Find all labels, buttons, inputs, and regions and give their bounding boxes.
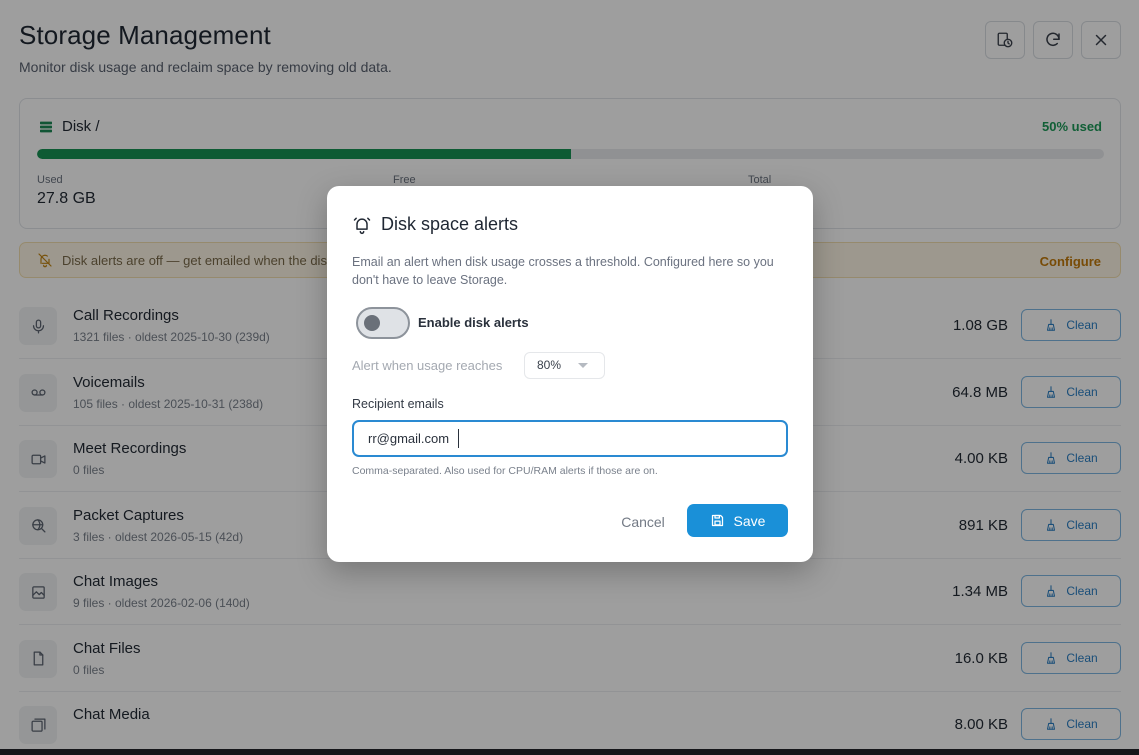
toggle-knob xyxy=(364,315,380,331)
dialog-description: Email an alert when disk usage crosses a… xyxy=(352,255,774,287)
disk-alerts-dialog: Disk space alerts Email an alert when di… xyxy=(327,186,813,562)
threshold-value: 80% xyxy=(537,358,562,372)
threshold-label: Alert when usage reaches xyxy=(352,358,503,373)
enable-alerts-toggle[interactable] xyxy=(356,307,410,339)
text-cursor xyxy=(458,429,459,448)
recipients-label: Recipient emails xyxy=(352,397,444,411)
recipients-hint: Comma-separated. Also used for CPU/RAM a… xyxy=(352,465,658,477)
cancel-button[interactable]: Cancel xyxy=(611,512,675,532)
threshold-select[interactable]: 80% xyxy=(524,352,605,379)
enable-alerts-label: Enable disk alerts xyxy=(418,315,529,330)
chevron-down-icon xyxy=(578,363,588,368)
save-button[interactable]: Save xyxy=(687,504,788,537)
save-icon xyxy=(711,514,723,527)
dialog-header: Disk space alerts xyxy=(352,214,518,235)
bell-icon xyxy=(353,217,371,234)
recipients-input[interactable] xyxy=(352,420,788,457)
save-label: Save xyxy=(733,512,766,529)
dialog-title: Disk space alerts xyxy=(381,214,519,234)
taskbar-strip xyxy=(0,749,1139,755)
